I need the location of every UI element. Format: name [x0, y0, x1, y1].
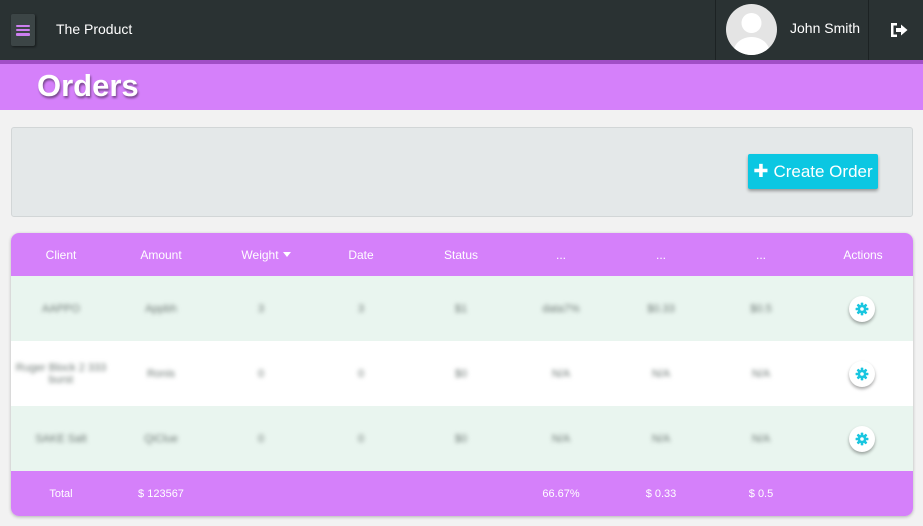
table-footer-totals: Total $ 123567 66.67% $ 0.33 $ 0.5 [11, 471, 913, 516]
cell-client: AAPPO [42, 302, 80, 315]
cell-date: 3 [357, 302, 365, 315]
cell-date: 0 [357, 432, 365, 445]
user-name[interactable]: John Smith [790, 20, 860, 36]
page-header: Orders [0, 64, 923, 110]
gear-icon [855, 432, 869, 446]
column-header-amount[interactable]: Amount [111, 233, 211, 276]
cell-extra-3: N/A [751, 432, 771, 445]
cell-status: $0 [454, 432, 468, 445]
column-header-weight[interactable]: Weight [211, 233, 321, 276]
orders-table: Client Amount Weight Date Status ... ...… [11, 233, 913, 516]
column-header-status[interactable]: Status [411, 233, 511, 276]
cell-client: SAKE Salt [35, 432, 87, 445]
column-header-extra-2[interactable]: ... [611, 233, 711, 276]
footer-total-extra-1: 66.67% [542, 487, 580, 500]
column-header-date[interactable]: Date [311, 233, 411, 276]
avatar[interactable] [726, 4, 777, 55]
sign-out-icon [891, 23, 908, 37]
create-order-label: Create Order [773, 161, 873, 181]
user-silhouette-icon [733, 13, 770, 55]
cell-extra-2: $0.33 [647, 302, 675, 315]
table-row[interactable]: SAKE Salt QiClue 0 0 $0 N/A N/A N/A [11, 406, 913, 471]
navbar-divider [715, 0, 716, 60]
app-title: The Product [56, 21, 133, 37]
cell-weight: 3 [257, 302, 265, 315]
cell-extra-3: N/A [751, 367, 771, 380]
column-header-client[interactable]: Client [11, 233, 111, 276]
column-header-extra-3[interactable]: ... [711, 233, 811, 276]
cell-extra-2: N/A [651, 432, 671, 445]
cell-amount: QiClue [144, 432, 178, 445]
column-header-extra-1[interactable]: ... [511, 233, 611, 276]
cell-status: $1 [454, 302, 468, 315]
cell-amount: Ronis [146, 367, 176, 380]
footer-total-extra-2: $ 0.33 [645, 487, 677, 500]
footer-total-amount: $ 123567 [138, 487, 184, 500]
cell-weight: 0 [257, 432, 265, 445]
menu-toggle-button[interactable] [11, 14, 35, 46]
column-header-weight-label: Weight [241, 247, 279, 262]
table-row[interactable]: Ruger Block 2 333 burst Ronis 0 0 $0 N/A… [11, 341, 913, 406]
sort-descending-icon [282, 252, 291, 257]
logout-button[interactable] [889, 21, 909, 39]
cell-date: 0 [357, 367, 365, 380]
cell-extra-2: N/A [651, 367, 671, 380]
footer-total-label: Total [49, 487, 73, 500]
row-actions-button[interactable] [849, 361, 875, 387]
cell-amount: Appbh [145, 302, 177, 315]
hamburger-icon [16, 24, 30, 36]
cell-extra-1: N/A [551, 367, 571, 380]
column-header-actions: Actions [843, 247, 883, 262]
cell-extra-1: N/A [551, 432, 571, 445]
row-actions-button[interactable] [849, 426, 875, 452]
gear-icon [855, 302, 869, 316]
row-actions-button[interactable] [849, 296, 875, 322]
gear-icon [855, 367, 869, 381]
page-title: Orders [37, 68, 139, 103]
plus-icon: ✚ [753, 161, 769, 181]
cell-extra-3: $0.5 [750, 302, 772, 315]
table-row[interactable]: AAPPO Appbh 3 3 $1 data7% $0.33 $0.5 [11, 276, 913, 341]
create-order-button[interactable]: ✚ Create Order [748, 154, 878, 189]
footer-total-extra-3: $ 0.5 [748, 487, 774, 500]
table-header: Client Amount Weight Date Status ... ...… [11, 233, 913, 276]
navbar-divider [868, 0, 869, 60]
top-navbar: The Product John Smith [0, 0, 923, 60]
cell-client: Ruger Block 2 333 burst [15, 361, 107, 386]
cell-extra-1: data7% [542, 302, 580, 315]
cell-weight: 0 [257, 367, 265, 380]
cell-status: $0 [454, 367, 468, 380]
